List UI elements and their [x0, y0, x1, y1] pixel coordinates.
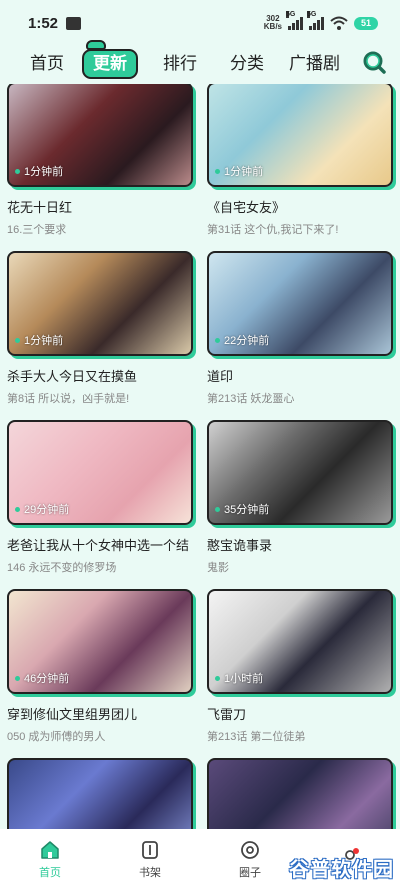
update-time-badge: 1分钟前 — [215, 163, 263, 179]
comic-cover[interactable]: 35分钟前 — [207, 420, 393, 525]
comic-card[interactable]: 1分钟前 《自宅女友》 第31话 这个仇,我记下来了! — [207, 84, 393, 237]
signal-icon: 5G — [286, 11, 303, 30]
comic-chapter: 第213话 第二位徒弟 — [207, 731, 306, 743]
comic-card[interactable]: 1分钟前 杀手大人今日又在摸鱼 第8话 所以说，凶手就是! — [7, 251, 193, 406]
comic-cover[interactable] — [207, 758, 393, 829]
comic-card[interactable]: 29分钟前 老爸让我从十个女神中选一个结 146 永远不变的修罗场 — [7, 420, 193, 575]
bottom-nav-circle[interactable]: 圈子 — [200, 829, 300, 889]
tab-radio-drama[interactable]: 广播剧 — [289, 52, 340, 76]
comic-title[interactable]: 飞雷刀 — [207, 704, 393, 723]
network-speed: 302 KB/s — [263, 14, 282, 31]
comic-chapter: 第8话 所以说，凶手就是! — [7, 393, 130, 405]
comic-title[interactable]: 憨宝诡事录 — [207, 535, 393, 554]
comic-cover[interactable]: 1小时前 — [207, 589, 393, 694]
circle-icon — [241, 840, 259, 859]
active-tab-decoration — [86, 40, 106, 50]
comic-cover[interactable]: 1分钟前 — [207, 84, 393, 187]
update-time-badge: 1分钟前 — [15, 332, 63, 348]
comic-title[interactable]: 穿到修仙文里组男团儿 — [7, 704, 193, 723]
signal-icon: 5G — [307, 11, 324, 30]
comic-chapter: 146 永远不变的修罗场 — [7, 562, 117, 574]
update-time-badge: 22分钟前 — [215, 332, 269, 348]
comic-title[interactable]: 花无十日红 — [7, 197, 193, 216]
comic-card[interactable]: 46分钟前 穿到修仙文里组男团儿 050 成为师傅的男人 — [7, 589, 193, 744]
gallery-notification-icon — [66, 16, 82, 30]
search-icon[interactable] — [362, 50, 386, 74]
comic-grid: 1分钟前 花无十日红 16.三个要求 1分钟前 《自宅女友》 第31话 这个仇,… — [0, 84, 400, 829]
comic-cover[interactable]: 22分钟前 — [207, 251, 393, 356]
comic-cover[interactable]: 1分钟前 — [7, 251, 193, 356]
wifi-icon — [330, 16, 348, 30]
comic-title[interactable]: 道印 — [207, 366, 393, 385]
comic-cover[interactable]: 1分钟前 — [7, 84, 193, 187]
top-nav: 首页 更新 排行 分类 广播剧 — [0, 44, 400, 84]
bottom-nav-bookshelf[interactable]: 书架 — [100, 829, 200, 889]
bookshelf-icon — [142, 840, 158, 859]
comic-title[interactable]: 《自宅女友》 — [207, 197, 393, 216]
tab-ranking[interactable]: 排行 — [163, 52, 197, 76]
comic-card[interactable]: 1小时前 飞雷刀 第213话 第二位徒弟 — [207, 589, 393, 744]
status-indicators: 302 KB/s 5G 5G 51 — [263, 11, 378, 31]
comic-cover[interactable]: 29分钟前 — [7, 420, 193, 525]
home-icon — [41, 840, 59, 859]
comic-card[interactable]: 1分钟前 花无十日红 16.三个要求 — [7, 84, 193, 237]
update-time-badge: 29分钟前 — [15, 501, 69, 517]
tab-home[interactable]: 首页 — [30, 52, 64, 76]
update-time-badge: 46分钟前 — [15, 670, 69, 686]
watermark: 谷普软件园 — [289, 859, 394, 881]
comic-chapter: 16.三个要求 — [7, 224, 67, 236]
status-bar: 1:52 302 KB/s 5G 5G 51 — [0, 0, 400, 46]
comic-title[interactable]: 老爸让我从十个女神中选一个结 — [7, 535, 193, 554]
tab-category[interactable]: 分类 — [230, 52, 264, 76]
bottom-nav-home[interactable]: 首页 — [0, 829, 100, 889]
comic-cover[interactable] — [7, 758, 193, 829]
comic-card[interactable]: 35分钟前 憨宝诡事录 鬼影 — [207, 420, 393, 575]
update-time-badge: 1小时前 — [215, 670, 263, 686]
comic-chapter: 鬼影 — [207, 562, 229, 574]
status-time: 1:52 — [28, 14, 59, 32]
comic-cover[interactable]: 46分钟前 — [7, 589, 193, 694]
comic-title[interactable]: 杀手大人今日又在摸鱼 — [7, 366, 193, 385]
update-time-badge: 35分钟前 — [215, 501, 269, 517]
comic-card[interactable] — [7, 758, 193, 829]
comic-card[interactable] — [207, 758, 393, 829]
comic-chapter: 050 成为师傅的男人 — [7, 731, 106, 743]
comic-chapter: 第31话 这个仇,我记下来了! — [207, 224, 339, 236]
comic-card[interactable]: 22分钟前 道印 第213话 妖龙噩心 — [207, 251, 393, 406]
battery-icon: 51 — [354, 16, 378, 30]
comic-chapter: 第213话 妖龙噩心 — [207, 393, 295, 405]
update-time-badge: 1分钟前 — [15, 163, 63, 179]
tab-updates[interactable]: 更新 — [82, 49, 138, 79]
